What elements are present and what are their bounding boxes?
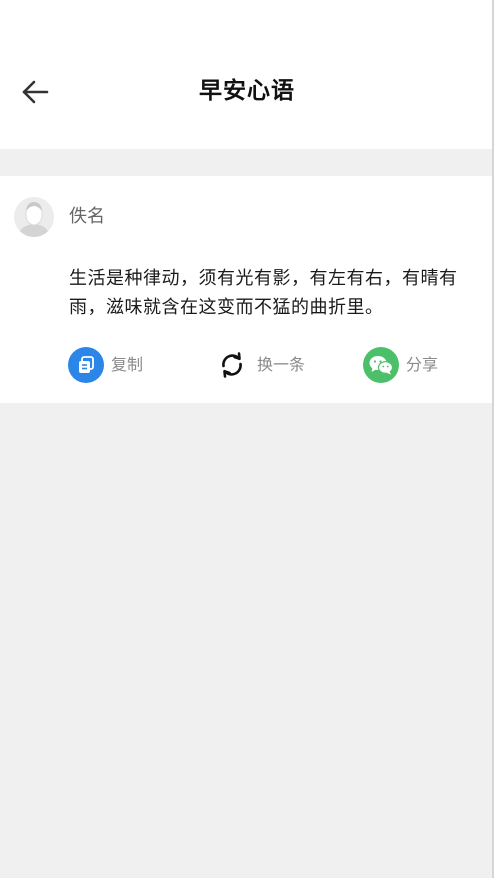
share-label: 分享 — [406, 355, 439, 374]
quote-card: 佚名 生活是种律动，须有光有影，有左有右，有晴有雨，滋味就含在这变而不猛的曲折里… — [0, 176, 492, 403]
screen: 早安心语 佚名 生活是种律动，须有光有影，有左有右，有晴有雨，滋味就含在这变而不… — [0, 0, 494, 878]
quote-text: 生活是种律动，须有光有影，有左有右，有晴有雨，滋味就含在这变而不猛的曲折里。 — [69, 268, 458, 318]
copy-button[interactable]: 复制 — [68, 347, 143, 383]
refresh-label: 换一条 — [257, 355, 306, 374]
author-name: 佚名 — [69, 206, 105, 227]
refresh-icon — [214, 347, 250, 383]
default-avatar-icon — [14, 197, 54, 237]
app-header: 早安心语 — [0, 0, 492, 149]
copy-label: 复制 — [111, 355, 144, 374]
share-button[interactable]: 分享 — [363, 347, 438, 383]
copy-icon — [68, 347, 104, 383]
wechat-icon — [363, 347, 399, 383]
refresh-button[interactable]: 换一条 — [214, 347, 305, 383]
page-title: 早安心语 — [199, 78, 295, 104]
